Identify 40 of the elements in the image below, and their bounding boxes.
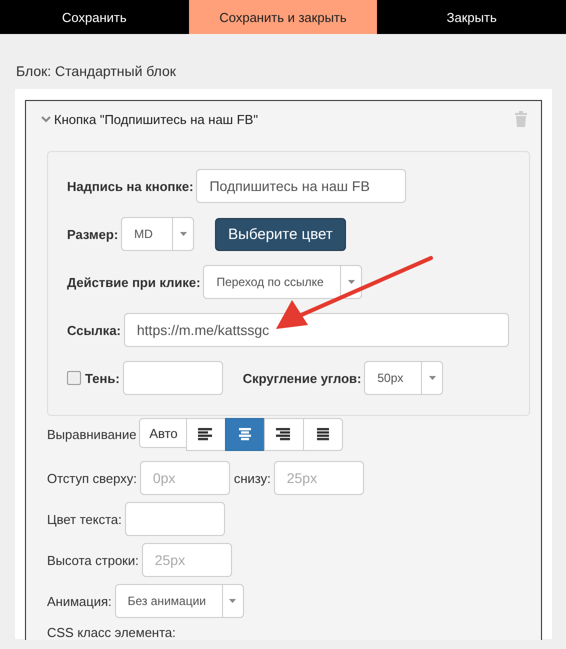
alignment-button[interactable] bbox=[225, 418, 266, 451]
field-label: Тень: bbox=[85, 370, 120, 386]
field-label: Выравнивание bbox=[47, 427, 136, 442]
field-label: Высота строки: bbox=[47, 552, 139, 568]
field-label: Скругление углов: bbox=[242, 370, 362, 386]
field-label: Действие при клике: bbox=[67, 274, 200, 290]
shadow-checkbox[interactable] bbox=[67, 371, 81, 385]
link-input[interactable]: https://m.me/kattssgc bbox=[124, 313, 509, 347]
field-label: Надпись на кнопке: bbox=[67, 178, 194, 194]
caption-input[interactable]: Подпишитесь на наш FB bbox=[196, 169, 406, 203]
line-height-input[interactable]: 25px bbox=[142, 543, 232, 577]
field-label: Отступ сверху: bbox=[47, 470, 137, 486]
field-label: Размер: bbox=[67, 226, 118, 242]
color-picker-button[interactable]: Выберите цвет bbox=[215, 218, 346, 250]
caret-icon bbox=[428, 376, 436, 380]
text-color-input[interactable] bbox=[124, 502, 225, 536]
caret-icon bbox=[180, 232, 187, 236]
element-title[interactable]: Кнопка "Подпишитесь на наш FB" bbox=[54, 112, 258, 126]
field-label: Ссылка: bbox=[67, 322, 121, 338]
align-center-icon bbox=[237, 428, 254, 441]
action-select[interactable]: Переход по ссылке bbox=[203, 265, 362, 299]
align-left-icon bbox=[198, 428, 214, 441]
field-label: CSS класс элемента: bbox=[47, 625, 176, 640]
caret-icon bbox=[229, 599, 236, 603]
field-label: Цвет текста: bbox=[47, 512, 122, 526]
field-label: снизу: bbox=[234, 470, 271, 486]
radius-select[interactable]: 50px bbox=[364, 361, 444, 395]
field-label: Анимация: bbox=[47, 594, 112, 608]
align-justify-icon bbox=[315, 428, 332, 441]
shadow-input[interactable] bbox=[122, 361, 223, 395]
alignment-button[interactable]: Авто bbox=[139, 418, 188, 448]
block-title: Блок: Стандартный блок bbox=[16, 63, 177, 79]
toolbar-button[interactable]: Сохранить и закрыть bbox=[188, 0, 378, 34]
align-right-icon bbox=[276, 428, 292, 441]
margin-top-input[interactable]: 0px bbox=[140, 461, 230, 495]
chevron-icon[interactable] bbox=[41, 116, 51, 122]
animation-select[interactable]: Без анимации bbox=[114, 584, 244, 618]
margin-bottom-input[interactable]: 25px bbox=[274, 461, 364, 495]
caret-icon bbox=[348, 280, 355, 284]
size-select[interactable]: MD bbox=[121, 217, 194, 251]
